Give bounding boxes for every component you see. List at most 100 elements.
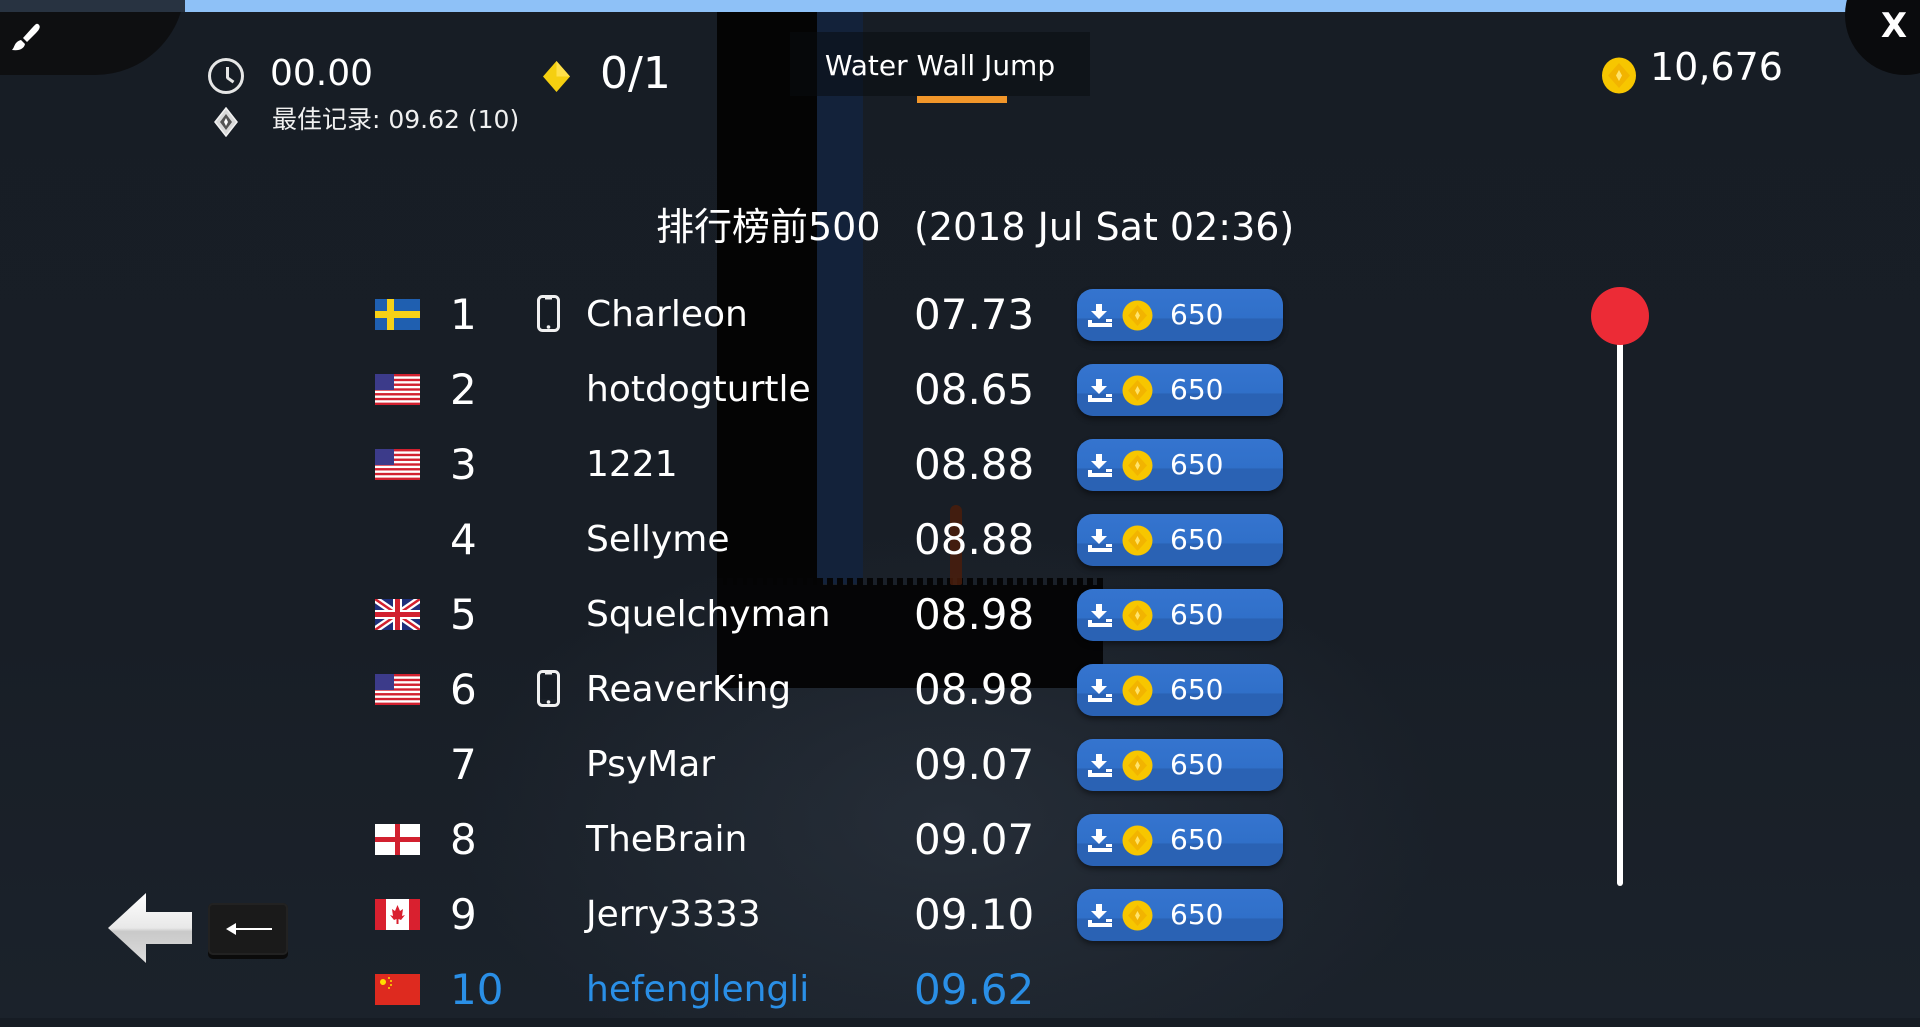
coin-icon bbox=[1122, 450, 1153, 481]
player-name: 1221 bbox=[586, 444, 678, 485]
close-button[interactable]: X bbox=[1876, 6, 1912, 46]
best-record: 最佳记录: 09.62 (10) bbox=[272, 105, 520, 134]
download-icon bbox=[1088, 303, 1112, 327]
coin-icon bbox=[1122, 675, 1153, 706]
level-title-underline bbox=[917, 96, 1007, 103]
leaderboard-date: (2018 Jul Sat 02:36) bbox=[914, 205, 1295, 249]
scrollbar-thumb[interactable] bbox=[1591, 287, 1649, 345]
flag-usa-icon bbox=[375, 374, 420, 405]
leaderboard-row: 3 1221 08.88 650 bbox=[0, 427, 1300, 502]
rank: 6 bbox=[450, 665, 477, 714]
replay-price: 650 bbox=[1170, 373, 1224, 406]
run-time: 08.98 bbox=[914, 590, 1035, 639]
rank: 9 bbox=[450, 890, 477, 939]
download-replay-button[interactable]: 650 bbox=[1077, 814, 1283, 866]
run-time: 08.65 bbox=[914, 365, 1035, 414]
scrollbar-track[interactable] bbox=[1617, 330, 1623, 886]
replay-price: 650 bbox=[1170, 673, 1224, 706]
leaderboard-row: 4 Sellyme 08.88 650 bbox=[0, 502, 1300, 577]
download-replay-button[interactable]: 650 bbox=[1077, 514, 1283, 566]
gem-counter: 0/1 bbox=[600, 48, 671, 99]
flag-usa-icon bbox=[375, 449, 420, 480]
left-arrow-icon bbox=[226, 923, 272, 935]
player-name: Squelchyman bbox=[586, 594, 831, 635]
player-name: TheBrain bbox=[586, 819, 748, 860]
download-icon bbox=[1088, 528, 1112, 552]
player-name: hefenglengli bbox=[586, 969, 810, 1010]
replay-price: 650 bbox=[1170, 823, 1224, 856]
download-replay-button[interactable]: 650 bbox=[1077, 439, 1283, 491]
leaderboard-row: 6 ReaverKing 08.98 650 bbox=[0, 652, 1300, 727]
download-replay-button[interactable]: 650 bbox=[1077, 289, 1283, 341]
flag-sweden-icon bbox=[375, 299, 420, 330]
coin-icon bbox=[1122, 600, 1153, 631]
leaderboard-row: 10 hefenglengli 09.62 bbox=[0, 952, 1300, 1027]
rank: 1 bbox=[450, 290, 477, 339]
player-name: Charleon bbox=[586, 294, 748, 335]
download-replay-button[interactable]: 650 bbox=[1077, 364, 1283, 416]
medal-icon bbox=[213, 106, 239, 138]
download-icon bbox=[1088, 378, 1112, 402]
rank: 10 bbox=[450, 965, 504, 1014]
replay-price: 650 bbox=[1170, 448, 1224, 481]
top-bar bbox=[0, 0, 1920, 12]
run-time: 08.98 bbox=[914, 665, 1035, 714]
replay-price: 650 bbox=[1170, 298, 1224, 331]
clock-icon bbox=[208, 58, 244, 94]
replay-price: 650 bbox=[1170, 748, 1224, 781]
flag-uk-icon bbox=[375, 599, 420, 630]
run-time: 09.07 bbox=[914, 815, 1035, 864]
coin-icon bbox=[1122, 300, 1153, 331]
flag-usa-icon bbox=[375, 674, 420, 705]
replay-price: 650 bbox=[1170, 598, 1224, 631]
player-name: Jerry3333 bbox=[586, 894, 761, 935]
player-name: ReaverKing bbox=[586, 669, 792, 710]
flag-china-icon bbox=[375, 974, 420, 1005]
coin-icon bbox=[1122, 900, 1153, 931]
phone-icon bbox=[537, 670, 560, 707]
flag-canada-icon bbox=[375, 899, 420, 930]
leaderboard-row: 9 Jerry3333 09.10 650 bbox=[0, 877, 1300, 952]
download-icon bbox=[1088, 453, 1112, 477]
level-title: Water Wall Jump bbox=[824, 49, 1056, 82]
rank: 7 bbox=[450, 740, 477, 789]
coin-icon bbox=[1122, 525, 1153, 556]
player-name: PsyMar bbox=[586, 744, 716, 785]
paint-brush-icon[interactable] bbox=[8, 20, 44, 56]
download-icon bbox=[1088, 753, 1112, 777]
run-time: 08.88 bbox=[914, 515, 1035, 564]
coin-icon bbox=[1122, 750, 1153, 781]
leaderboard-row: 2 hotdogturtle 08.65 650 bbox=[0, 352, 1300, 427]
paint-button-panel-top bbox=[0, 0, 185, 12]
run-time: 07.73 bbox=[914, 290, 1035, 339]
download-replay-button[interactable]: 650 bbox=[1077, 889, 1283, 941]
rank: 8 bbox=[450, 815, 477, 864]
backspace-key-hint[interactable] bbox=[208, 903, 288, 955]
download-replay-button[interactable]: 650 bbox=[1077, 739, 1283, 791]
leaderboard-row: 5 Squelchyman 08.98 650 bbox=[0, 577, 1300, 652]
download-icon bbox=[1088, 828, 1112, 852]
rank: 3 bbox=[450, 440, 477, 489]
run-time: 09.07 bbox=[914, 740, 1035, 789]
replay-price: 650 bbox=[1170, 898, 1224, 931]
run-time: 09.10 bbox=[914, 890, 1035, 939]
leaderboard-title: 排行榜前500 bbox=[656, 205, 881, 249]
download-replay-button[interactable]: 650 bbox=[1077, 664, 1283, 716]
coin-total: 10,676 bbox=[1650, 45, 1783, 89]
rank: 5 bbox=[450, 590, 477, 639]
player-name: Sellyme bbox=[586, 519, 730, 560]
rank: 4 bbox=[450, 515, 477, 564]
download-icon bbox=[1088, 678, 1112, 702]
leaderboard-row: 7 PsyMar 09.07 650 bbox=[0, 727, 1300, 802]
coin-icon bbox=[1601, 57, 1637, 94]
rank: 2 bbox=[450, 365, 477, 414]
leaderboard-row: 1 Charleon 07.73 650 bbox=[0, 277, 1300, 352]
coin-icon bbox=[1122, 375, 1153, 406]
download-icon bbox=[1088, 603, 1112, 627]
download-icon bbox=[1088, 903, 1112, 927]
coin-icon bbox=[1122, 825, 1153, 856]
phone-icon bbox=[537, 295, 560, 332]
download-replay-button[interactable]: 650 bbox=[1077, 589, 1283, 641]
back-arrow-button[interactable] bbox=[106, 892, 194, 964]
replay-price: 650 bbox=[1170, 523, 1224, 556]
